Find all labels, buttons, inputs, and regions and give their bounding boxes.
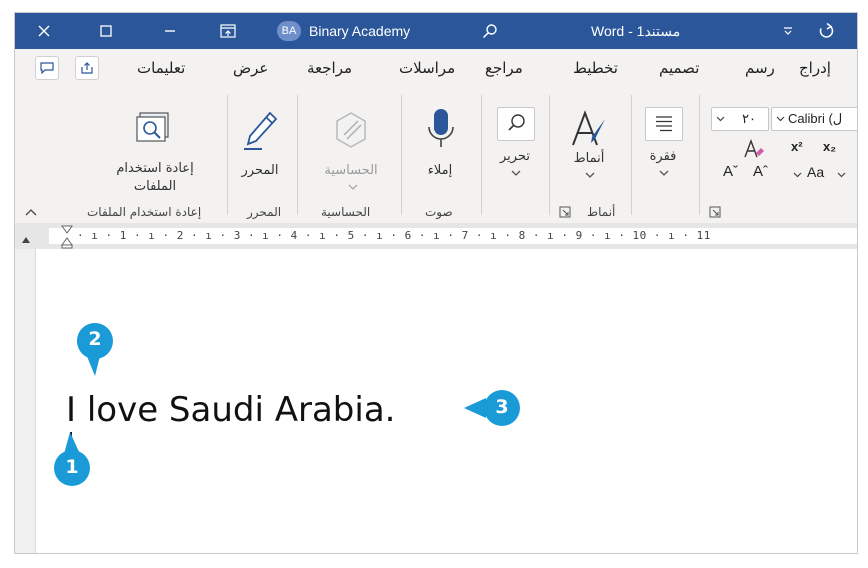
search-icon[interactable] xyxy=(475,13,505,49)
callout-two: 2 xyxy=(76,322,114,382)
horizontal-ruler[interactable]: · ı · 1 · ı · 2 · ı · 3 · ı · 4 · ı · 5 … xyxy=(15,223,857,249)
shrink-font-button[interactable]: Aˆ xyxy=(753,163,768,180)
change-case-chevron-down-icon xyxy=(793,170,802,181)
font-size-select[interactable]: ٢٠ xyxy=(711,107,769,131)
dictate-label: إملاء xyxy=(427,163,453,178)
group-divider xyxy=(227,95,228,215)
tab-design[interactable]: تصميم xyxy=(659,49,699,87)
account-name[interactable]: Binary Academy xyxy=(309,13,410,49)
superscript-button[interactable]: x² xyxy=(791,139,803,154)
callout-three-label: 3 xyxy=(495,396,509,418)
styles-label: أنماط xyxy=(573,151,605,166)
group-label-editor: المحرر xyxy=(247,205,282,219)
editor-label: المحرر xyxy=(241,163,279,178)
font-size-chevron-down-icon xyxy=(716,114,725,125)
change-case-button[interactable]: Aa xyxy=(807,164,824,180)
change-case-dropdown-icon xyxy=(837,170,846,181)
group-label-styles: أنماط xyxy=(587,205,616,219)
editor-pen-icon xyxy=(242,111,278,155)
tab-review[interactable]: مراجعة xyxy=(307,49,352,87)
sensitivity-chevron-down-icon xyxy=(348,183,358,194)
group-divider xyxy=(401,95,402,215)
paragraph-icon xyxy=(645,107,683,141)
subscript-button[interactable]: x₂ xyxy=(823,139,836,154)
quick-access-dropdown-icon[interactable] xyxy=(775,13,801,49)
share-icon[interactable] xyxy=(75,56,99,80)
document-body-text[interactable]: I love Saudi Arabia. xyxy=(66,390,395,430)
styles-icon xyxy=(569,109,609,153)
group-label-reuse-files: إعادة استخدام الملفات xyxy=(87,205,202,219)
font-name-value: Calibri (ل xyxy=(788,111,843,126)
callout-one: 1 xyxy=(52,430,92,494)
callout-two-label: 2 xyxy=(88,328,102,350)
comments-icon[interactable] xyxy=(35,56,59,80)
restore-icon[interactable] xyxy=(91,13,121,49)
grow-font-button[interactable]: Aˇ xyxy=(723,163,738,180)
ruler-scale: · ı · 1 · ı · 2 · ı · 3 · ı · 4 · ı · 5 … xyxy=(77,229,711,242)
avatar[interactable]: BA xyxy=(277,21,301,41)
group-divider xyxy=(297,95,298,215)
tab-mailings[interactable]: مراسلات xyxy=(399,49,455,87)
font-name-chevron-down-icon xyxy=(776,114,785,125)
title-bar: BA Binary Academy Word - مستند1 xyxy=(15,13,857,49)
document-title: Word - مستند1 xyxy=(591,23,681,39)
styles-dialog-launcher-icon[interactable] xyxy=(559,203,571,222)
font-name-select[interactable]: Calibri (ل xyxy=(771,107,857,131)
tab-insert[interactable]: إدراج xyxy=(799,49,831,87)
group-label-voice: صوت xyxy=(425,205,453,219)
group-divider xyxy=(481,95,482,215)
reuse-files-icon xyxy=(135,111,173,149)
editing-label: تحرير xyxy=(500,149,530,164)
minimize-icon[interactable] xyxy=(155,13,185,49)
callout-three: 3 xyxy=(462,388,526,432)
sensitivity-icon xyxy=(333,109,369,153)
paragraph-label: فقرة xyxy=(649,149,677,164)
group-divider xyxy=(699,95,700,215)
ribbon-tabs: تعليمات عرض مراجعة مراسلات مراجع تخطيط ت… xyxy=(15,49,857,87)
reuse-files-label-line1: إعادة استخدام xyxy=(116,161,194,176)
font-dialog-launcher-icon[interactable] xyxy=(709,203,721,222)
callout-one-label: 1 xyxy=(65,456,79,478)
reuse-files-label-line2: الملفات xyxy=(133,179,177,194)
tab-layout[interactable]: تخطيط xyxy=(573,49,618,87)
tab-selector-icon[interactable] xyxy=(21,230,31,249)
sensitivity-label: الحساسية xyxy=(324,163,378,178)
editing-search-icon xyxy=(497,107,535,141)
styles-chevron-down-icon xyxy=(585,171,595,182)
group-divider xyxy=(549,95,550,215)
microphone-icon xyxy=(426,107,456,155)
paragraph-chevron-down-icon xyxy=(659,169,669,180)
tab-draw[interactable]: رسم xyxy=(745,49,775,87)
tab-references[interactable]: مراجع xyxy=(485,49,523,87)
collapse-ribbon-icon[interactable] xyxy=(25,205,37,219)
close-icon[interactable] xyxy=(29,13,59,49)
word-window: BA Binary Academy Word - مستند1 تعليمات … xyxy=(14,12,858,554)
undo-icon[interactable] xyxy=(811,13,841,49)
ribbon-display-icon[interactable] xyxy=(213,13,243,49)
tab-help[interactable]: تعليمات xyxy=(137,49,185,87)
font-size-value: ٢٠ xyxy=(742,111,756,126)
ribbon: إعادة استخدام الملفات إعادة استخدام المل… xyxy=(15,87,857,224)
clear-formatting-icon[interactable] xyxy=(743,139,765,163)
group-divider xyxy=(631,95,632,215)
editing-chevron-down-icon xyxy=(511,169,521,180)
tab-view[interactable]: عرض xyxy=(233,49,268,87)
group-label-sensitivity: الحساسية xyxy=(321,205,371,219)
vertical-ruler xyxy=(15,249,36,553)
